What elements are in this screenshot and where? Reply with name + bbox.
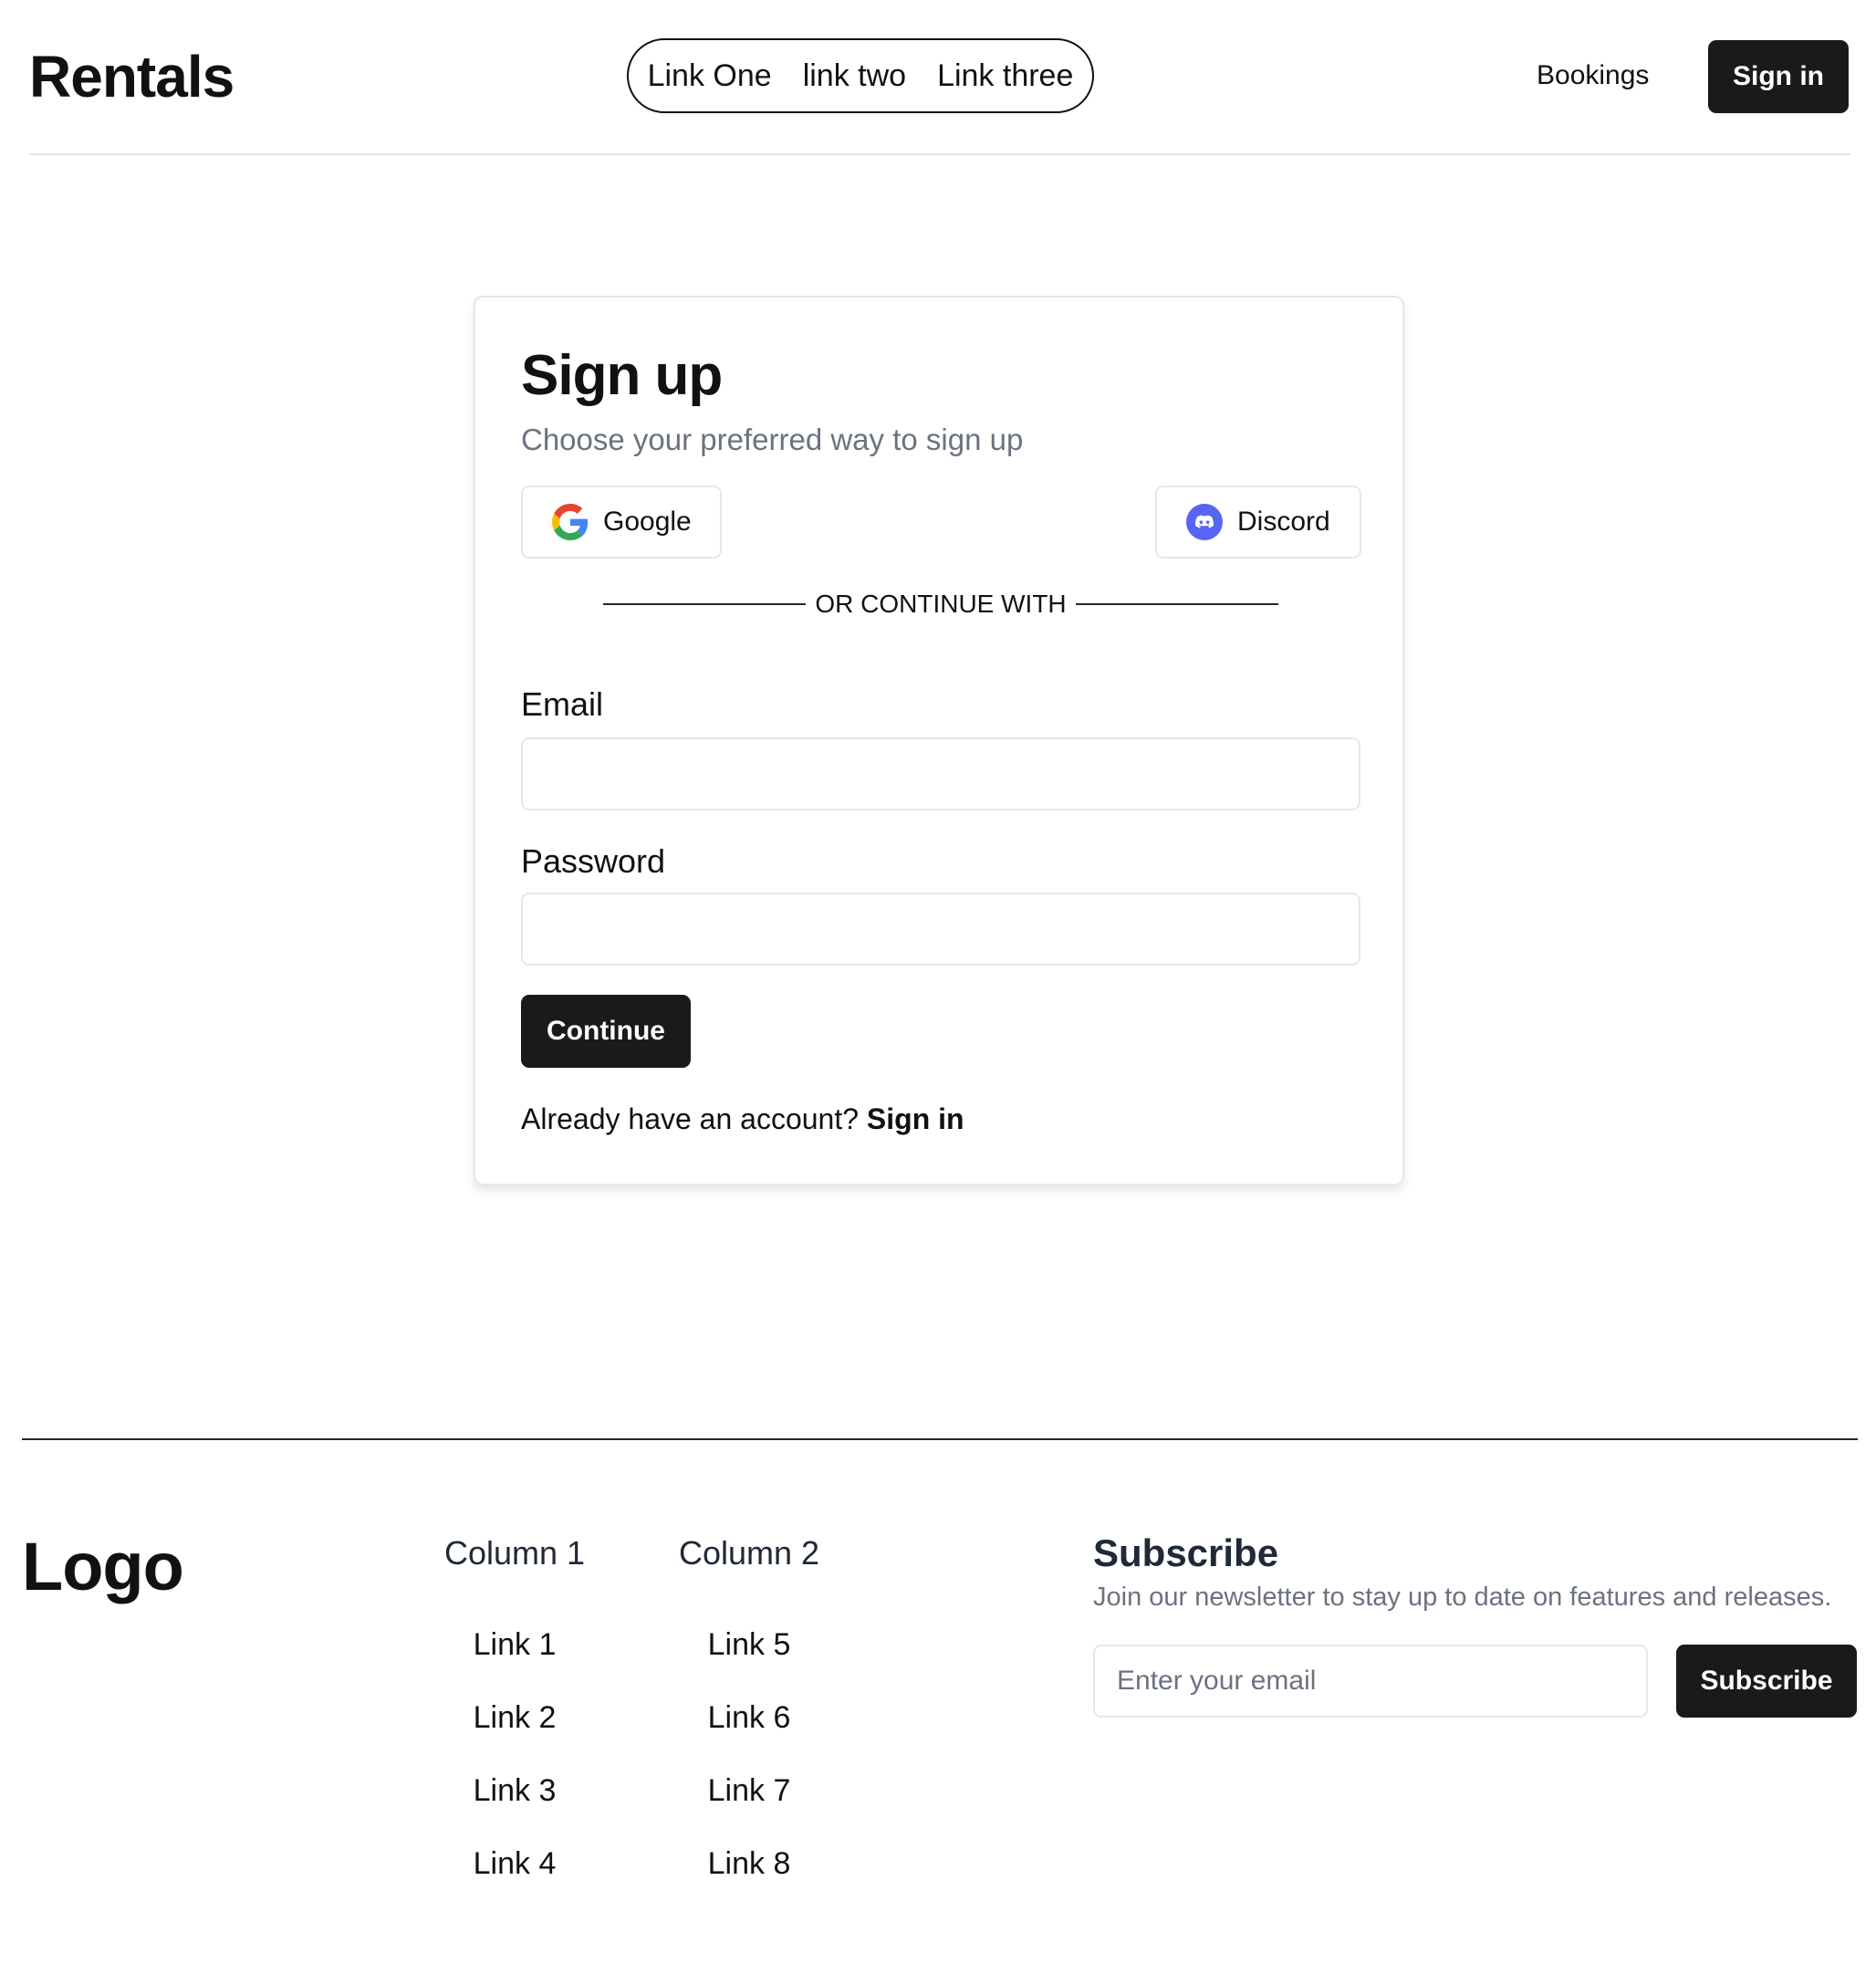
site-header: Rentals Link One link two Link three Boo…	[29, 0, 1850, 155]
footer-column-2: Column 2 Link 5 Link 6 Link 7 Link 8	[667, 1528, 831, 1881]
nav-link-two[interactable]: link two	[803, 58, 906, 94]
footer-divider	[22, 1438, 1858, 1440]
footer-link-1[interactable]: Link 1	[433, 1624, 597, 1665]
continue-button[interactable]: Continue	[521, 995, 691, 1068]
footer-column-1: Column 1 Link 1 Link 2 Link 3 Link 4	[433, 1528, 597, 1881]
footer-link-8[interactable]: Link 8	[667, 1844, 831, 1884]
newsletter-email-input[interactable]	[1093, 1645, 1648, 1718]
header-sign-in-button[interactable]: Sign in	[1708, 40, 1849, 113]
subscribe-title: Subscribe	[1093, 1531, 1279, 1574]
google-icon	[552, 504, 589, 540]
discord-signup-button[interactable]: Discord	[1155, 486, 1361, 559]
footer-link-2[interactable]: Link 2	[433, 1698, 597, 1738]
discord-label: Discord	[1237, 507, 1330, 537]
footer-link-6[interactable]: Link 6	[667, 1698, 831, 1738]
divider-line-left	[603, 603, 807, 605]
email-field[interactable]	[521, 737, 1360, 810]
nav-link-three[interactable]: Link three	[937, 58, 1073, 94]
signup-title: Sign up	[521, 344, 723, 407]
google-label: Google	[603, 507, 692, 537]
footer-link-4[interactable]: Link 4	[433, 1844, 597, 1884]
google-signup-button[interactable]: Google	[521, 486, 722, 559]
divider-text: OR CONTINUE WITH	[815, 590, 1067, 618]
footer-link-3[interactable]: Link 3	[433, 1771, 597, 1811]
signup-card: Sign up Choose your preferred way to sig…	[474, 296, 1404, 1186]
signup-subtitle: Choose your preferred way to sign up	[521, 423, 1024, 456]
subscribe-button[interactable]: Subscribe	[1676, 1645, 1857, 1718]
brand-logo[interactable]: Rentals	[29, 42, 234, 111]
main-nav: Link One link two Link three	[627, 38, 1094, 113]
email-label: Email	[521, 685, 604, 723]
divider-line-right	[1075, 603, 1278, 605]
footer-logo[interactable]: Logo	[22, 1528, 184, 1606]
password-label: Password	[521, 842, 666, 880]
already-have-account: Already have an account? Sign in	[521, 1099, 964, 1139]
footer-link-5[interactable]: Link 5	[667, 1624, 831, 1665]
footer-column-1-title: Column 1	[443, 1534, 586, 1572]
or-continue-divider: OR CONTINUE WITH	[603, 586, 1278, 622]
footer-column-2-title: Column 2	[678, 1534, 820, 1572]
password-field[interactable]	[521, 893, 1360, 966]
discord-icon	[1186, 504, 1223, 540]
subscribe-description: Join our newsletter to stay up to date o…	[1093, 1583, 1832, 1612]
sign-in-link[interactable]: Sign in	[867, 1102, 964, 1135]
already-text: Already have an account?	[521, 1102, 860, 1135]
nav-link-one[interactable]: Link One	[648, 58, 772, 94]
bookings-link[interactable]: Bookings	[1537, 57, 1649, 94]
footer-link-7[interactable]: Link 7	[667, 1771, 831, 1811]
